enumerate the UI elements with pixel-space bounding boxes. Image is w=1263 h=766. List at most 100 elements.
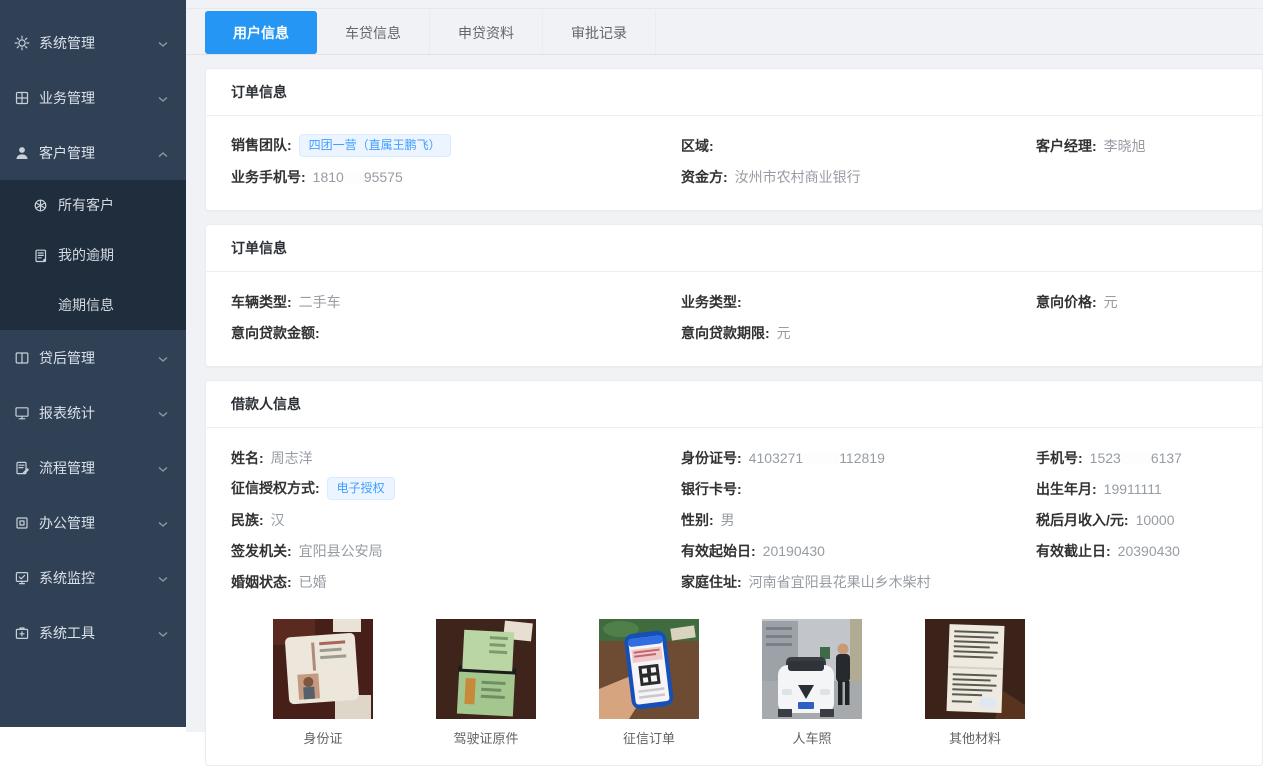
photo-caption: 驾驶证原件 [436, 728, 536, 747]
photo-id-card[interactable]: 身份证 [273, 619, 373, 747]
sidebar-item-system-tools[interactable]: 系统工具 [0, 605, 186, 660]
chevron-down-icon [158, 515, 168, 531]
field-valid-to: 有效截止日: 20390430 [1036, 541, 1237, 561]
field-label: 业务类型: [681, 292, 742, 312]
field-label: 有效截止日: [1036, 541, 1111, 561]
field-intent-price: 意向价格: 元 [1036, 292, 1237, 312]
tab-approval-records[interactable]: 审批记录 [543, 11, 656, 54]
field-label: 意向贷款金额: [231, 323, 320, 343]
card-title: 订单信息 [206, 69, 1262, 116]
field-label: 银行卡号: [681, 479, 742, 499]
sidebar-item-my-overdue[interactable]: 我的逾期 [0, 230, 186, 280]
field-id-number: 身份证号: 4103271 112819 [681, 448, 1036, 468]
field-label: 性别: [681, 510, 714, 530]
sales-team-tag: 四团一营（直属王鹏飞） [299, 134, 451, 156]
field-value: 181095575 [313, 169, 403, 185]
photo-auth-qr-code[interactable]: 征信订单 [599, 619, 699, 747]
photo-caption: 身份证 [273, 728, 373, 747]
sidebar-item-label: 流程管理 [39, 458, 95, 478]
detail-tabs: 用户信息 车贷信息 申贷资料 审批记录 [186, 8, 1263, 55]
sidebar-item-postloan-management[interactable]: 贷后管理 [0, 330, 186, 385]
field-value: 20190430 [763, 543, 825, 559]
field-label: 业务手机号: [231, 167, 306, 187]
field-value: 二手车 [299, 292, 341, 312]
user-icon [14, 145, 30, 161]
book-icon [14, 350, 30, 366]
sidebar-item-label: 系统监控 [39, 568, 95, 588]
field-account-manager: 客户经理: 李晓旭 [1036, 136, 1237, 156]
sidebar-item-system-monitor[interactable]: 系统监控 [0, 550, 186, 605]
field-monthly-income: 税后月收入/元: 10000 [1036, 510, 1237, 530]
field-value: 20390430 [1118, 543, 1180, 559]
field-value: 元 [777, 323, 791, 343]
sidebar-item-label: 贷后管理 [39, 348, 95, 368]
field-label: 区域: [681, 136, 714, 156]
sidebar-item-overdue-info[interactable]: 逾期信息 [0, 280, 186, 330]
field-name: 姓名: 周志洋 [231, 448, 681, 468]
sidebar-item-system-management[interactable]: 系统管理 [0, 15, 186, 70]
sidebar-item-label: 系统工具 [39, 623, 95, 643]
field-value: 宜阳县公安局 [299, 541, 383, 561]
order-info-card-2: 订单信息 车辆类型: 二手车 业务类型: 意向价格: 元 意向贷款金额: [205, 224, 1263, 367]
field-marital-status: 婚姻状态: 已婚 [231, 572, 681, 592]
sidebar-item-report-statistics[interactable]: 报表统计 [0, 385, 186, 440]
tab-user-info[interactable]: 用户信息 [205, 11, 317, 54]
tab-car-loan-info[interactable]: 车贷信息 [317, 11, 430, 54]
field-label: 家庭住址: [681, 572, 742, 592]
field-label: 签发机关: [231, 541, 292, 561]
photo-drivers-license[interactable]: 驾驶证原件 [436, 619, 536, 747]
sidebar-item-business-management[interactable]: 业务管理 [0, 70, 186, 125]
field-intent-loan-amount: 意向贷款金额: [231, 323, 681, 343]
masked-value-prefix: 1523 [1090, 450, 1121, 466]
sidebar: 系统管理 业务管理 客户管理 所有客户 我的逾期 逾期信息 [0, 0, 186, 727]
field-region: 区域: [681, 136, 1036, 156]
field-label: 销售团队: [231, 135, 292, 155]
field-funder: 资金方: 汝州市农村商业银行 [681, 167, 1036, 187]
monitor-icon [14, 405, 30, 421]
photo-caption: 其他材料 [925, 728, 1025, 747]
sidebar-item-label: 系统管理 [39, 33, 95, 53]
sidebar-item-customer-management[interactable]: 客户管理 [0, 125, 186, 180]
sidebar-item-label: 报表统计 [39, 403, 95, 423]
field-issuing-authority: 签发机关: 宜阳县公安局 [231, 541, 681, 561]
field-credit-auth-method: 征信授权方式: 电子授权 [231, 477, 681, 499]
chevron-down-icon [158, 90, 168, 106]
field-value: 4103271 112819 [749, 450, 885, 466]
toolbox-icon [14, 625, 30, 641]
redaction-box [344, 172, 364, 184]
gear-icon [14, 35, 30, 51]
field-value: 已婚 [299, 572, 327, 592]
sidebar-item-all-customers[interactable]: 所有客户 [0, 180, 186, 230]
field-value: 周志洋 [271, 448, 313, 468]
sidebar-item-label: 逾期信息 [58, 295, 114, 315]
photo-handwritten-document[interactable]: 其他材料 [925, 619, 1025, 747]
masked-value-suffix: 112819 [839, 450, 885, 466]
photo-caption: 人车照 [762, 728, 862, 747]
photo-person-and-car[interactable]: 人车照 [762, 619, 862, 747]
field-label: 有效起始日: [681, 541, 756, 561]
field-label: 身份证号: [681, 448, 742, 468]
field-value: 汉 [271, 510, 285, 530]
tab-loan-application-docs[interactable]: 申贷资料 [430, 11, 543, 54]
chevron-down-icon [158, 460, 168, 476]
sidebar-item-process-management[interactable]: 流程管理 [0, 440, 186, 495]
main-content: 用户信息 车贷信息 申贷资料 审批记录 订单信息 销售团队: 四团一营（直属王鹏… [186, 0, 1263, 732]
field-value: 男 [721, 510, 735, 530]
chevron-down-icon [158, 405, 168, 421]
notebook-icon [33, 248, 48, 263]
tab-label: 申贷资料 [458, 23, 514, 43]
masked-value-suffix: 6137 [1151, 450, 1182, 466]
masked-value-prefix: 4103271 [749, 450, 804, 466]
sidebar-item-office-management[interactable]: 办公管理 [0, 495, 186, 550]
field-vehicle-type: 车辆类型: 二手车 [231, 292, 681, 312]
sidebar-item-label: 所有客户 [58, 195, 114, 215]
masked-value-prefix: 1810 [313, 169, 344, 185]
field-value: 河南省宜阳县花果山乡木柴村 [749, 572, 931, 592]
document-photos: 身份证 [231, 619, 1237, 747]
field-label: 意向贷款期限: [681, 323, 770, 343]
redaction-box [803, 453, 839, 465]
field-intent-loan-term: 意向贷款期限: 元 [681, 323, 1036, 343]
field-bank-card: 银行卡号: [681, 479, 1036, 499]
field-value: 元 [1104, 292, 1118, 312]
monitor-check-icon [14, 570, 30, 586]
